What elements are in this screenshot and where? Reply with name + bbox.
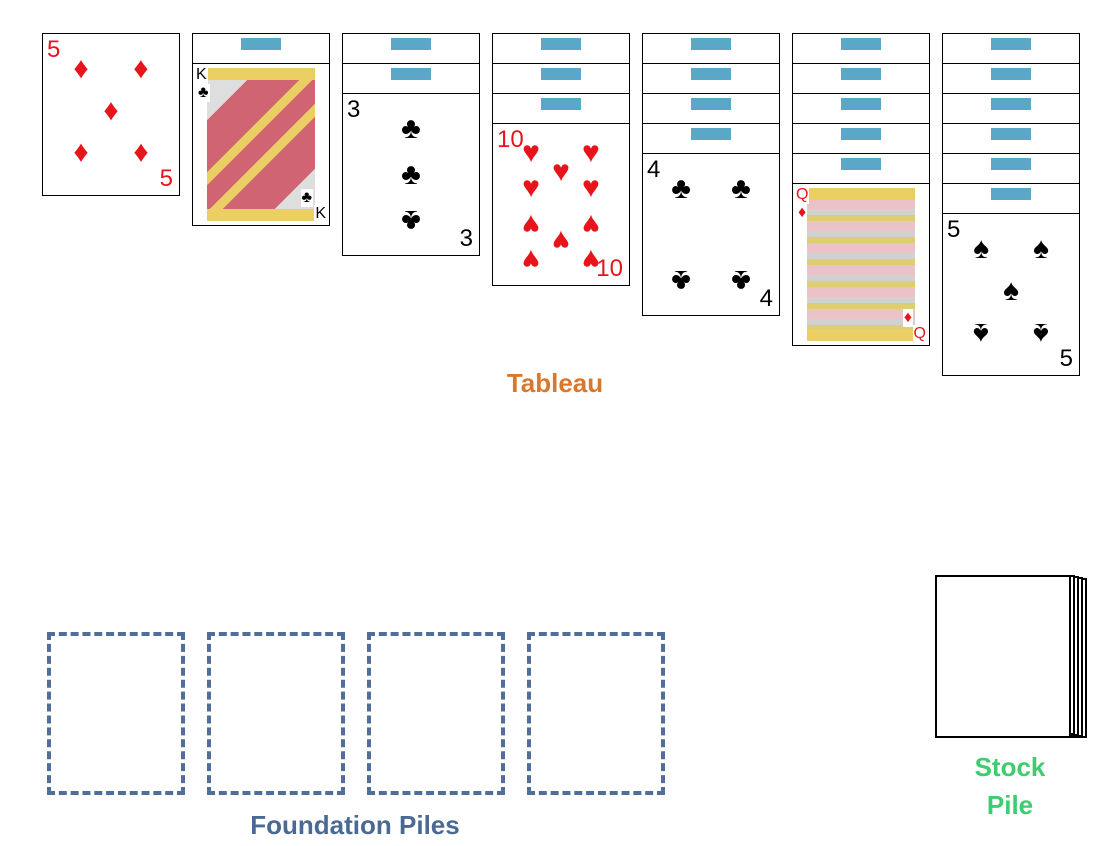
hearts-pip-icon: ♥: [522, 243, 540, 277]
rank-top: 5: [947, 216, 961, 243]
clubs-pip-icon: ♣: [401, 157, 421, 191]
rank-bottom: 10: [596, 255, 623, 282]
foundation-pile-4[interactable]: [527, 632, 665, 795]
rank-bottom: 5: [159, 165, 173, 192]
card-3-of-clubs[interactable]: 3 3 ♣ ♣ ♣: [342, 93, 480, 256]
card-Q-of-diamonds[interactable]: Q ♦ ♦ Q: [792, 183, 930, 346]
rank-top: 3: [347, 96, 361, 123]
diamonds-pip-icon: ♦: [133, 137, 149, 171]
tableau-label: Tableau: [506, 368, 604, 398]
hearts-pip-icon: ♥: [552, 223, 570, 257]
card-5-of-spades[interactable]: 5 5 ♠ ♠ ♠ ♠ ♠: [942, 213, 1080, 376]
diamonds-pip-icon: ♦: [73, 52, 89, 86]
spades-pip-icon: ♠: [1032, 232, 1049, 266]
suit-top-icon: ♦: [797, 204, 808, 222]
hearts-pip-icon: ♥: [522, 135, 540, 169]
rank-bottom: Q: [912, 325, 927, 343]
face-card-artwork: [807, 188, 915, 341]
clubs-pip-icon: ♣: [671, 263, 691, 297]
rank-bottom: K: [314, 205, 327, 223]
spades-pip-icon: ♠: [1032, 317, 1049, 351]
hearts-pip-icon: ♥: [522, 171, 540, 205]
rank-top: 10: [497, 126, 524, 153]
hearts-pip-icon: ♥: [582, 135, 600, 169]
spades-pip-icon: ♠: [973, 317, 990, 351]
suit-top-icon: ♣: [197, 84, 210, 102]
hearts-pip-icon: ♥: [582, 207, 600, 241]
stock-label-line1: Stock: [974, 752, 1046, 782]
foundation-label: Foundation Piles: [250, 810, 460, 840]
stock-label: Stock Pile: [950, 748, 1070, 824]
clubs-pip-icon: ♣: [671, 172, 691, 206]
rank-top: K: [195, 66, 208, 84]
diamonds-pip-icon: ♦: [133, 52, 149, 86]
spades-pip-icon: ♠: [973, 232, 990, 266]
foundation-pile-3[interactable]: [367, 632, 505, 795]
clubs-pip-icon: ♣: [401, 203, 421, 237]
stock-label-line2: Pile: [986, 790, 1034, 820]
hearts-pip-icon: ♥: [522, 207, 540, 241]
hearts-pip-icon: ♥: [582, 171, 600, 205]
clubs-pip-icon: ♣: [731, 263, 751, 297]
clubs-pip-icon: ♣: [401, 112, 421, 146]
diamonds-pip-icon: ♦: [103, 94, 119, 128]
foundation-pile-2[interactable]: [207, 632, 345, 795]
rank-top: 5: [47, 36, 61, 63]
face-card-artwork: [207, 68, 315, 221]
diamonds-pip-icon: ♦: [73, 137, 89, 171]
card-K-of-clubs[interactable]: K ♣ ♣ K: [192, 63, 330, 226]
foundation-pile-1[interactable]: [47, 632, 185, 795]
rank-bottom: 3: [459, 225, 473, 252]
card-10-of-hearts[interactable]: 10 10 ♥ ♥ ♥ ♥ ♥ ♥ ♥ ♥ ♥ ♥: [492, 123, 630, 286]
clubs-pip-icon: ♣: [731, 172, 751, 206]
rank-top: Q: [795, 186, 810, 204]
suit-bottom-icon: ♣: [300, 189, 313, 207]
rank-bottom: 4: [759, 285, 773, 312]
rank-top: 4: [647, 156, 661, 183]
hearts-pip-icon: ♥: [552, 155, 570, 189]
spades-pip-icon: ♠: [1003, 274, 1019, 308]
card-5-of-diamonds[interactable]: 5 5 ♦ ♦ ♦ ♦ ♦: [42, 33, 180, 196]
rank-bottom: 5: [1059, 345, 1073, 372]
suit-bottom-icon: ♦: [902, 309, 913, 327]
card-4-of-clubs[interactable]: 4 4 ♣ ♣ ♣ ♣: [642, 153, 780, 316]
hearts-pip-icon: ♥: [582, 243, 600, 277]
